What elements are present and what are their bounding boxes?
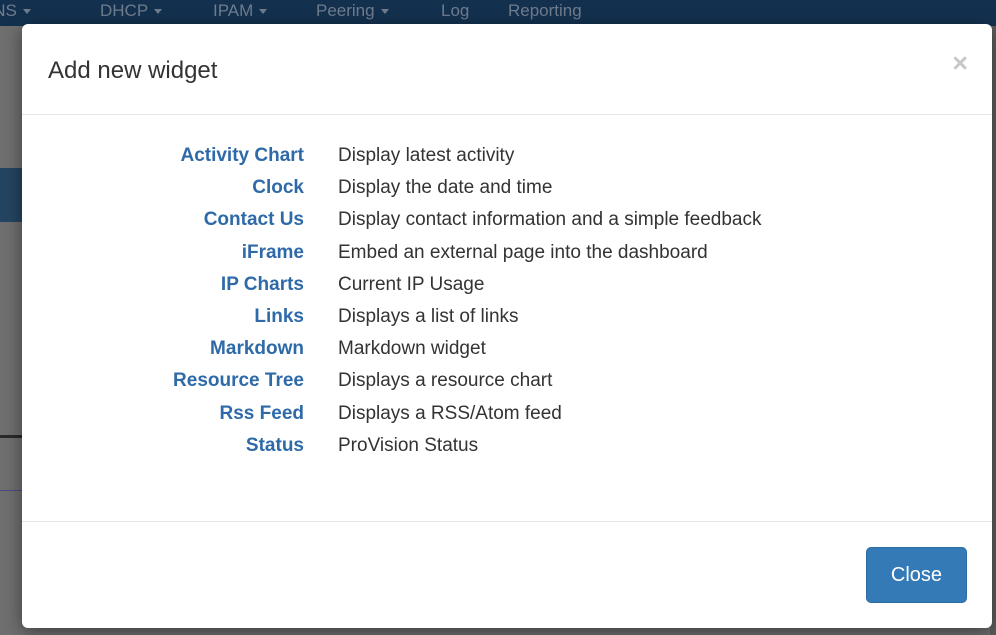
close-button[interactable]: Close bbox=[866, 547, 967, 603]
widget-description: Markdown widget bbox=[338, 338, 486, 360]
nav-item-dhcp: DHCP bbox=[100, 2, 163, 20]
nav-item-peering: Peering bbox=[316, 2, 389, 20]
chevron-down-icon bbox=[380, 9, 389, 15]
widget-link-activity-chart[interactable]: Activity Chart bbox=[180, 144, 304, 168]
list-item: IP Charts Current IP Usage bbox=[22, 273, 992, 305]
widget-link-iframe[interactable]: iFrame bbox=[242, 241, 304, 265]
widget-link-contact-us[interactable]: Contact Us bbox=[204, 208, 304, 232]
nav-item-ipam: IPAM bbox=[213, 2, 268, 20]
widget-link-links[interactable]: Links bbox=[254, 305, 304, 329]
widget-link-clock[interactable]: Clock bbox=[252, 176, 304, 200]
modal-footer: Close bbox=[22, 521, 992, 629]
add-widget-modal: Add new widget × Activity Chart Display … bbox=[22, 24, 992, 628]
widget-link-status[interactable]: Status bbox=[246, 434, 304, 458]
widget-description: Displays a resource chart bbox=[338, 370, 553, 392]
widget-description: Display contact information and a simple… bbox=[338, 209, 762, 231]
widget-link-markdown[interactable]: Markdown bbox=[210, 337, 304, 361]
list-item: Rss Feed Displays a RSS/Atom feed bbox=[22, 402, 992, 434]
widget-link-ip-charts[interactable]: IP Charts bbox=[221, 273, 304, 297]
close-icon[interactable]: × bbox=[952, 50, 968, 77]
widget-description: Display the date and time bbox=[338, 177, 553, 199]
list-item: Resource Tree Displays a resource chart bbox=[22, 369, 992, 401]
nav-item-log: Log bbox=[441, 1, 470, 20]
list-item: Status ProVision Status bbox=[22, 434, 992, 466]
modal-header: Add new widget × bbox=[22, 24, 992, 115]
widget-description: Displays a list of links bbox=[338, 305, 519, 327]
widget-description: Display latest activity bbox=[338, 145, 515, 166]
widget-description: Current IP Usage bbox=[338, 273, 485, 295]
widget-link-resource-tree[interactable]: Resource Tree bbox=[173, 369, 304, 393]
widget-description: Displays a RSS/Atom feed bbox=[338, 402, 562, 424]
chevron-down-icon bbox=[154, 9, 163, 15]
modal-body: Activity Chart Display latest activity C… bbox=[22, 115, 992, 521]
list-item: Clock Display the date and time bbox=[22, 176, 992, 208]
widget-list: Activity Chart Display latest activity C… bbox=[22, 144, 992, 466]
chevron-down-icon bbox=[259, 9, 268, 15]
widget-link-rss-feed[interactable]: Rss Feed bbox=[220, 402, 304, 426]
widget-description: Embed an external page into the dashboar… bbox=[338, 241, 708, 263]
modal-title: Add new widget bbox=[48, 57, 218, 84]
list-item: Contact Us Display contact information a… bbox=[22, 208, 992, 240]
widget-description: ProVision Status bbox=[338, 434, 479, 456]
background-navbar: DNS DHCP IPAM Peering Log Reporting bbox=[0, 0, 996, 26]
nav-item-reporting: Reporting bbox=[508, 1, 582, 20]
list-item: Activity Chart Display latest activity bbox=[22, 144, 992, 176]
chevron-down-icon bbox=[22, 9, 31, 15]
list-item: Markdown Markdown widget bbox=[22, 337, 992, 369]
list-item: Links Displays a list of links bbox=[22, 305, 992, 337]
nav-item-dns: DNS bbox=[0, 2, 31, 20]
list-item: iFrame Embed an external page into the d… bbox=[22, 241, 992, 273]
